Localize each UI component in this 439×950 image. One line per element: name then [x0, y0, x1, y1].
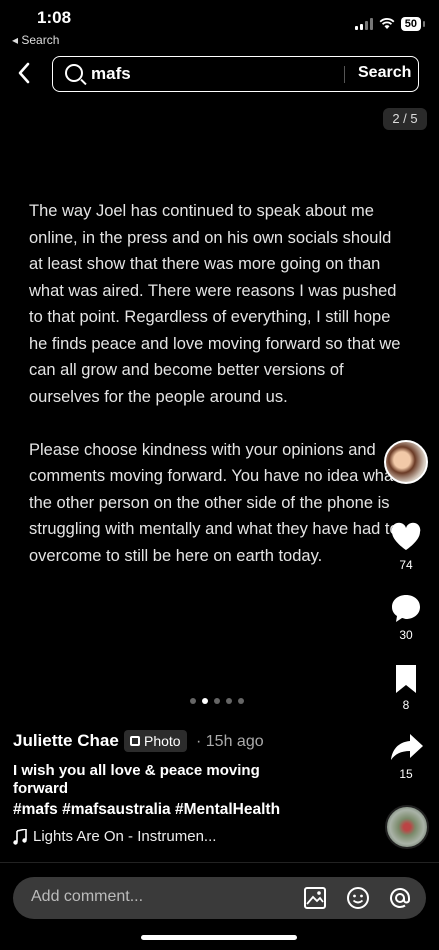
back-button[interactable] — [14, 60, 38, 88]
search-icon — [65, 64, 83, 82]
home-indicator[interactable] — [141, 935, 297, 940]
save-count: 8 — [402, 698, 410, 712]
image-icon[interactable] — [303, 886, 327, 910]
comment-button[interactable] — [390, 592, 422, 629]
save-button[interactable] — [394, 664, 418, 699]
post-type-label: Photo — [144, 733, 181, 749]
carousel-dot[interactable] — [214, 698, 220, 704]
back-to-app-link[interactable]: ◂ Search — [12, 33, 59, 47]
post-time: · 15h ago — [196, 733, 264, 750]
mention-icon[interactable] — [388, 886, 412, 910]
author-name[interactable]: Juliette Chae — [13, 731, 119, 751]
search-bar[interactable]: mafs Search — [52, 56, 419, 92]
share-button[interactable] — [390, 732, 424, 767]
music-title: Lights Are On - Instrumen... — [33, 828, 217, 845]
music-note-icon — [13, 828, 27, 845]
photo-icon — [130, 736, 140, 746]
speech-bubble-icon — [392, 595, 420, 622]
status-time: 1:08 — [37, 8, 72, 27]
post-text: The way Joel has continued to speak abou… — [29, 202, 401, 565]
comment-count: 30 — [399, 628, 413, 642]
carousel-dot[interactable] — [238, 698, 244, 704]
carousel-dot[interactable] — [226, 698, 232, 704]
comment-input[interactable]: Add comment... — [13, 877, 426, 919]
share-count: 15 — [399, 767, 413, 781]
like-count: 74 — [399, 558, 413, 572]
battery-icon: 50 — [400, 17, 426, 31]
author-avatar[interactable] — [384, 440, 428, 484]
like-button[interactable] — [390, 522, 422, 557]
bookmark-icon — [396, 665, 416, 693]
search-divider — [344, 66, 345, 83]
wifi-icon — [379, 18, 395, 29]
image-page-counter: 2 / 5 — [383, 108, 427, 130]
cellular-signal-icon — [354, 18, 373, 30]
search-button[interactable]: Search — [358, 64, 411, 82]
post-hashtags[interactable]: #mafs #mafsaustralia #MentalHealth — [13, 801, 280, 819]
music-link[interactable]: Lights Are On - Instrumen... — [13, 828, 216, 845]
share-arrow-icon — [391, 734, 423, 760]
comment-placeholder: Add comment... — [31, 888, 144, 905]
music-disc-avatar[interactable] — [385, 805, 429, 849]
divider — [0, 862, 439, 863]
carousel-dot[interactable] — [202, 698, 208, 704]
carousel-indicator — [190, 698, 244, 704]
post-caption: I wish you all love & peace moving forwa… — [13, 762, 260, 797]
chevron-left-icon — [18, 62, 30, 84]
status-indicators: 50 — [354, 17, 426, 31]
search-input[interactable]: mafs — [91, 64, 131, 84]
emoji-icon[interactable] — [346, 886, 370, 910]
heart-icon — [391, 522, 421, 550]
post-type-badge: Photo — [124, 730, 187, 752]
carousel-dot[interactable] — [190, 698, 196, 704]
